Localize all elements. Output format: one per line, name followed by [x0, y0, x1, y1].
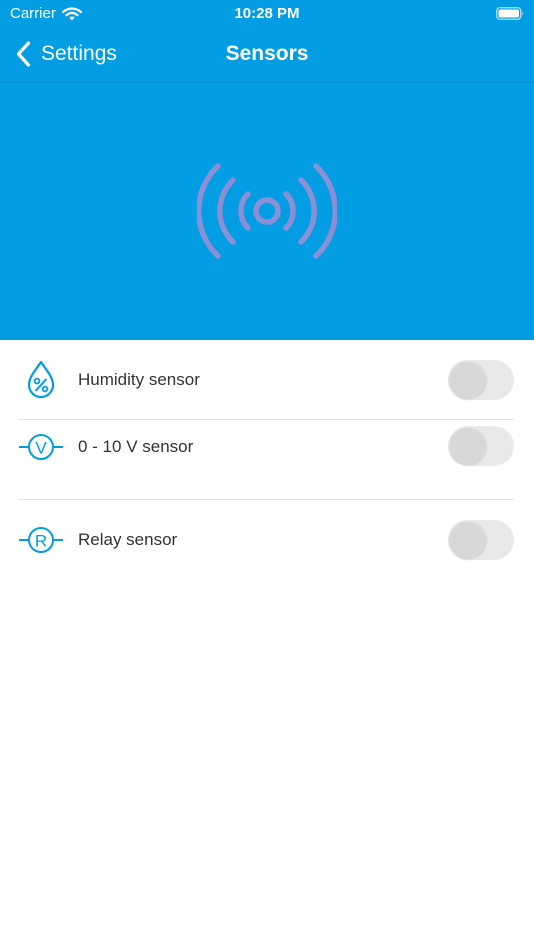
- voltage-v-icon: V: [19, 434, 63, 460]
- toggle-knob: [450, 362, 486, 398]
- status-bar: Carrier 10:28 PM: [0, 0, 534, 28]
- sensor-label: Relay sensor: [78, 530, 178, 549]
- relay-sensor-toggle[interactable]: [448, 520, 514, 560]
- toggle-knob: [450, 428, 486, 464]
- svg-text:R: R: [35, 532, 47, 551]
- svg-text:V: V: [35, 439, 47, 458]
- page-title: Sensors: [225, 42, 309, 65]
- battery-icon: [496, 7, 523, 20]
- list-item-humidity-sensor: Humidity sensor: [0, 340, 534, 420]
- voltage-sensor-toggle[interactable]: [448, 426, 514, 466]
- sensor-list: Humidity sensor V 0 - 10 V sensor R Rela…: [0, 340, 534, 580]
- sensor-label: 0 - 10 V sensor: [78, 437, 194, 456]
- list-item-voltage-sensor: V 0 - 10 V sensor: [0, 420, 534, 500]
- relay-r-icon: R: [19, 527, 63, 553]
- header-area: Carrier 10:28 PM Settings Sensors: [0, 0, 534, 340]
- sensor-label: Humidity sensor: [78, 370, 200, 389]
- broadcast-signal-icon: [197, 163, 337, 259]
- humidity-sensor-toggle[interactable]: [448, 360, 514, 400]
- list-item-relay-sensor: R Relay sensor: [0, 500, 534, 580]
- navigation-bar: Settings Sensors: [0, 28, 534, 83]
- toggle-knob: [450, 522, 486, 558]
- status-time: 10:28 PM: [234, 5, 300, 22]
- humidity-drop-icon: [27, 360, 55, 399]
